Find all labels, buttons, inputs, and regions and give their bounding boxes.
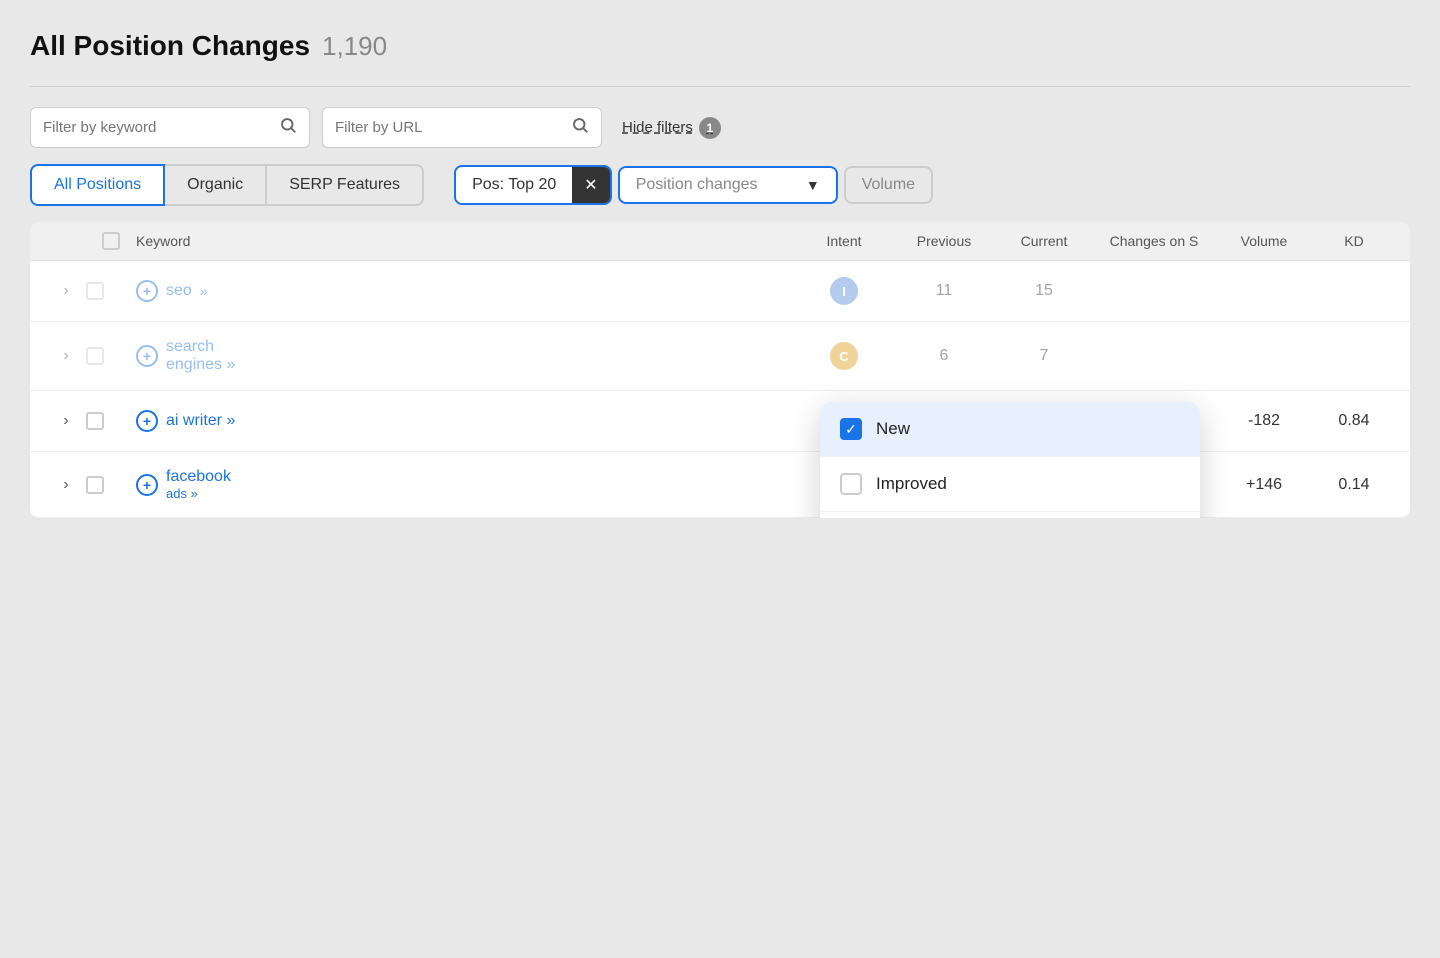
- current-cell-seo: 15: [994, 282, 1094, 300]
- header-kd: KD: [1314, 233, 1394, 249]
- header-previous: Previous: [894, 233, 994, 249]
- page-count: 1,190: [322, 31, 387, 62]
- add-icon-seo: +: [136, 280, 158, 302]
- url-filter-box: [322, 107, 602, 148]
- previous-cell-search-engines: 6: [894, 347, 994, 365]
- header-changes: Changes on S: [1094, 233, 1214, 249]
- divider: [30, 86, 1410, 87]
- expand-button-ai-writer[interactable]: ›: [46, 412, 86, 430]
- position-changes-dropdown-label: Position changes: [636, 176, 758, 194]
- expand-button-facebook[interactable]: ›: [46, 476, 86, 494]
- add-icon-ai-writer: +: [136, 410, 158, 432]
- url-search-icon: [571, 116, 589, 139]
- table-area: Keyword Intent Previous Current Changes …: [30, 222, 1410, 518]
- row-checkbox-facebook[interactable]: [86, 476, 104, 494]
- keyword-multiline-facebook: facebook ads »: [166, 468, 231, 501]
- volume-cell-facebook: +146: [1214, 476, 1314, 494]
- current-cell-search-engines: 7: [994, 347, 1094, 365]
- add-icon-search-engines: +: [136, 345, 158, 367]
- row-checkbox-search-engines[interactable]: [86, 347, 104, 365]
- volume-cell-ai-writer: -182: [1214, 412, 1314, 430]
- url-filter-input[interactable]: [335, 119, 563, 136]
- keyword-arrows-seo: »: [200, 283, 208, 299]
- position-changes-dropdown-menu: ✓ New Improved Declined Lost Apply: [820, 402, 1200, 518]
- option-label-new: New: [876, 419, 910, 439]
- filters-badge: 1: [699, 117, 721, 139]
- hide-filters-button[interactable]: Hide filters 1: [622, 117, 721, 139]
- tab-serp-features[interactable]: SERP Features: [267, 164, 424, 206]
- header-row: All Position Changes 1,190: [30, 30, 1410, 62]
- table-row: › + ai writer » I 10 11 ↓1 -182 0.84: [30, 391, 1410, 451]
- kd-cell-ai-writer: 0.84: [1314, 412, 1394, 430]
- page: All Position Changes 1,190 Hide filters …: [0, 0, 1440, 958]
- previous-cell-seo: 11: [894, 282, 994, 300]
- table-row-wrapper-search-engines: › + search engines » C 6 7: [30, 322, 1410, 391]
- table-row-wrapper-ai-writer: › + ai writer » I 10 11 ↓1 -182 0.84: [30, 391, 1410, 452]
- keyword-text-seo: seo: [166, 282, 192, 300]
- keyword-filter-input[interactable]: [43, 119, 271, 136]
- keyword-cell-search-engines: + search engines »: [136, 338, 794, 374]
- intent-badge-search-engines: C: [830, 342, 858, 370]
- intent-cell-search-engines: C: [794, 342, 894, 370]
- tab-all-positions[interactable]: All Positions: [30, 164, 165, 206]
- chevron-down-icon: ▼: [806, 177, 820, 193]
- option-checkbox-new: ✓: [840, 418, 862, 440]
- keyword-search-icon: [279, 116, 297, 139]
- header-volume: Volume: [1214, 233, 1314, 249]
- checkmark-icon: ✓: [845, 421, 857, 438]
- keyword-cell-ai-writer: + ai writer »: [136, 410, 794, 432]
- position-filter-label: Pos: Top 20: [456, 168, 572, 202]
- table-row-wrapper-facebook: › + facebook ads » N 10 7 ↑3 +146 0.14: [30, 452, 1410, 518]
- keyword-sub-facebook: ads »: [166, 486, 231, 501]
- add-icon-facebook: +: [136, 474, 158, 496]
- dropdown-option-declined[interactable]: Declined: [820, 512, 1200, 518]
- row-checkbox-seo[interactable]: [86, 282, 104, 300]
- page-title: All Position Changes: [30, 30, 310, 62]
- header-current: Current: [994, 233, 1094, 249]
- position-filter-chip: Pos: Top 20 ✕: [454, 165, 612, 205]
- keyword-text-facebook: facebook: [166, 468, 231, 486]
- table-row: › + facebook ads » N 10 7 ↑3 +146 0.14: [30, 452, 1410, 517]
- header-keyword: Keyword: [136, 233, 794, 249]
- tab-organic[interactable]: Organic: [165, 164, 267, 206]
- expand-button-search-engines[interactable]: ›: [46, 347, 86, 365]
- keyword-text-search-engines: search: [166, 338, 235, 356]
- table-row-wrapper-seo: › + seo » I 11 15: [30, 261, 1410, 322]
- header-intent: Intent: [794, 233, 894, 249]
- keyword-text-search-engines-2: engines »: [166, 356, 235, 374]
- dropdown-option-new[interactable]: ✓ New: [820, 402, 1200, 457]
- dropdown-option-improved[interactable]: Improved: [820, 457, 1200, 512]
- position-filter-clear-button[interactable]: ✕: [572, 167, 609, 203]
- table-row: › + search engines » C 6 7: [30, 322, 1410, 390]
- kd-cell-facebook: 0.14: [1314, 476, 1394, 494]
- keyword-cell-seo: + seo »: [136, 280, 794, 302]
- keyword-filter-box: [30, 107, 310, 148]
- volume-filter-partial: Volume: [844, 166, 933, 204]
- keyword-text-ai-writer: ai writer »: [166, 412, 235, 430]
- tabs-row: All Positions Organic SERP Features Pos:…: [30, 164, 1410, 206]
- filters-row: Hide filters 1: [30, 107, 1410, 148]
- intent-badge-seo: I: [830, 277, 858, 305]
- row-checkbox-ai-writer[interactable]: [86, 412, 104, 430]
- table-row: › + seo » I 11 15: [30, 261, 1410, 321]
- option-checkbox-improved: [840, 473, 862, 495]
- table-header: Keyword Intent Previous Current Changes …: [30, 222, 1410, 261]
- expand-button-seo[interactable]: ›: [46, 282, 86, 300]
- position-changes-dropdown-button[interactable]: Position changes ▼: [618, 166, 838, 204]
- keyword-cell-facebook: + facebook ads »: [136, 468, 794, 501]
- intent-cell-seo: I: [794, 277, 894, 305]
- option-label-improved: Improved: [876, 474, 947, 494]
- header-checkbox[interactable]: [102, 232, 120, 250]
